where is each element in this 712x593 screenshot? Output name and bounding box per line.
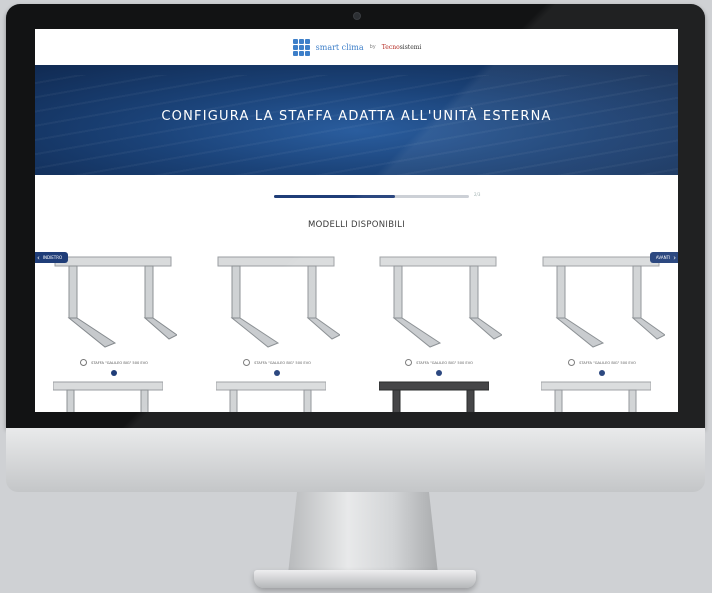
progress-fill: [274, 195, 395, 198]
partner-rest: sistemi: [399, 43, 422, 51]
next-label: AVANTI: [655, 255, 671, 260]
bracket-image: [542, 256, 665, 348]
radio-button[interactable]: [80, 359, 88, 366]
partner-brand: Tecno: [381, 43, 400, 51]
bracket-image[interactable]: [216, 378, 326, 412]
bracket-image[interactable]: [379, 378, 489, 412]
logo-icon[interactable]: [292, 38, 310, 56]
bracket-image: [379, 256, 502, 348]
info-dot-icon[interactable]: [111, 370, 117, 376]
radio-button[interactable]: [405, 359, 413, 366]
monitor-bezel: smart clima by Tecnosistemi CONFIGURA LA…: [6, 4, 705, 428]
product-option[interactable]: STAFFA "GALILEO BIG" 500 EVO: [527, 359, 677, 366]
product-label: STAFFA "GALILEO BIG" 500 EVO: [416, 360, 473, 365]
progress-bar: [274, 195, 469, 198]
monitor-stand: [288, 492, 438, 574]
chevron-right-icon: ›: [673, 253, 676, 262]
bracket-image[interactable]: [541, 378, 651, 412]
logo-separator: by: [369, 44, 376, 50]
prev-button[interactable]: ‹ INDIETRO: [35, 252, 69, 263]
camera-icon: [353, 12, 361, 20]
product-row-2: [35, 378, 678, 412]
product-option[interactable]: STAFFA "GALILEO BIG" 500 EVO: [202, 359, 352, 366]
prev-label: INDIETRO: [42, 255, 63, 260]
imac-mockup: smart clima by Tecnosistemi CONFIGURA LA…: [0, 0, 712, 593]
bracket-image: [54, 256, 177, 348]
info-dot-icon[interactable]: [274, 370, 280, 376]
product-label: STAFFA "GALILEO BIG" 500 EVO: [91, 360, 148, 365]
radio-button[interactable]: [243, 359, 251, 366]
next-button[interactable]: AVANTI ›: [649, 252, 678, 263]
hero-banner: CONFIGURA LA STAFFA ADATTA ALL'UNITÀ EST…: [35, 65, 678, 175]
product-label: STAFFA "GALILEO BIG" 500 EVO: [254, 360, 311, 365]
product-label: STAFFA "GALILEO BIG" 500 EVO: [579, 360, 636, 365]
chevron-left-icon: ‹: [37, 253, 40, 262]
logo-text[interactable]: smart clima: [316, 43, 364, 52]
product-option[interactable]: STAFFA "GALILEO BIG" 500 EVO: [39, 359, 189, 366]
info-dot-icon[interactable]: [599, 370, 605, 376]
partner-logo: Tecnosistemi: [382, 44, 422, 51]
radio-button[interactable]: [568, 359, 576, 366]
product-option[interactable]: STAFFA "GALILEO BIG" 500 EVO: [364, 359, 514, 366]
bracket-image[interactable]: [53, 378, 163, 412]
info-dot-icon[interactable]: [436, 370, 442, 376]
bracket-image: [217, 256, 340, 348]
monitor-chin: [6, 428, 705, 492]
screen: smart clima by Tecnosistemi CONFIGURA LA…: [35, 29, 678, 412]
hero-title: CONFIGURA LA STAFFA ADATTA ALL'UNITÀ EST…: [161, 109, 552, 124]
site-header: smart clima by Tecnosistemi: [35, 29, 678, 65]
progress-label: 2/3: [474, 192, 481, 197]
monitor-base: [254, 570, 476, 588]
